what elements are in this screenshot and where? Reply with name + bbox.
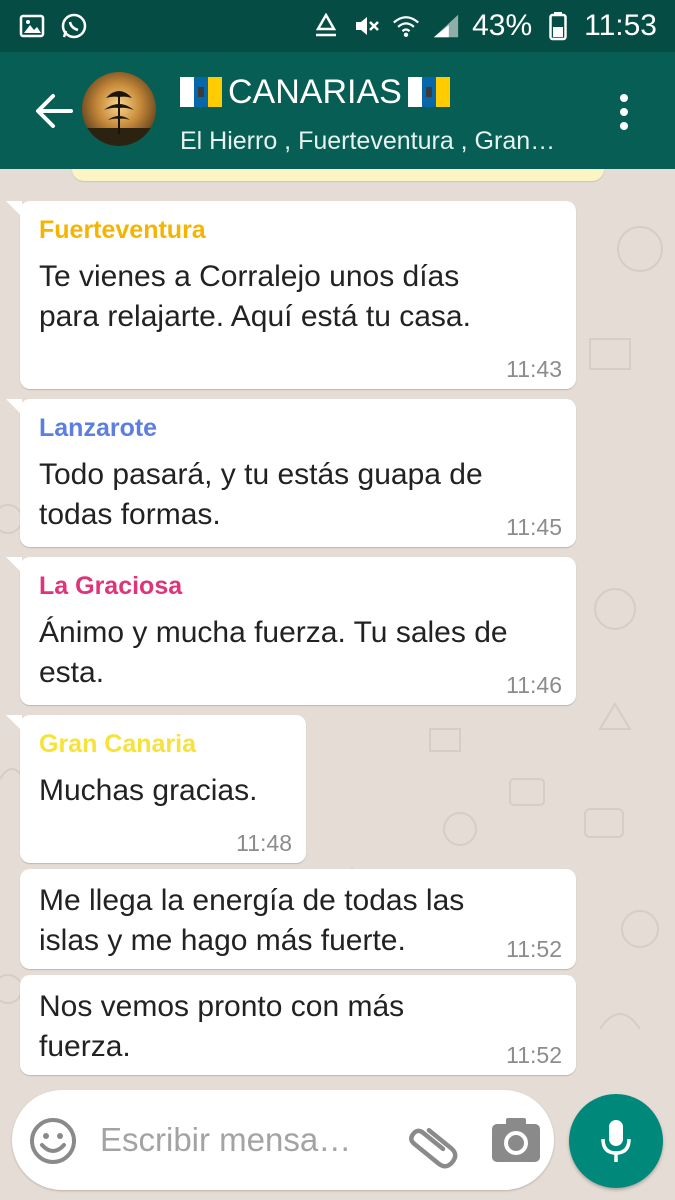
group-title: CANARIAS <box>228 73 402 111</box>
camera-icon <box>492 1118 540 1162</box>
message-text: Te vienes a Corralejo unos días para rel… <box>39 260 471 333</box>
message-time: 11:46 <box>506 672 562 698</box>
battery-percent: 43% <box>472 9 533 42</box>
emoji-button[interactable] <box>28 1116 78 1166</box>
message-bubble[interactable]: Gran Canaria Muchas gracias. 11:48 <box>6 715 306 863</box>
group-avatar[interactable] <box>82 72 156 146</box>
message-time: 11:43 <box>506 356 562 382</box>
more-options-button[interactable] <box>609 90 639 134</box>
gallery-icon <box>18 12 46 40</box>
canary-flag-icon <box>407 77 450 107</box>
message-time: 11:45 <box>506 514 562 540</box>
message-sender: Fuerteventura <box>39 216 206 244</box>
back-button[interactable] <box>28 86 78 136</box>
message-input[interactable] <box>100 1112 390 1168</box>
more-vert-icon <box>620 94 628 102</box>
chat-title-area[interactable]: CANARIAS El Hierro , Fuerteventura , Gra… <box>180 70 580 160</box>
back-arrow-icon <box>36 94 73 128</box>
message-sender: La Graciosa <box>39 572 183 600</box>
mic-icon <box>601 1120 631 1162</box>
message-bubble[interactable]: La Graciosa Ánimo y mucha fuerza. Tu sal… <box>6 557 576 705</box>
signal-icon <box>432 12 460 40</box>
clock: 11:53 <box>584 9 657 42</box>
attach-button[interactable] <box>402 1110 462 1170</box>
message-bubble[interactable]: Nos vemos pronto con más fuerza. 11:52 <box>20 975 576 1075</box>
message-bubble[interactable]: Fuerteventura Te vienes a Corralejo unos… <box>6 201 576 389</box>
whatsapp-icon <box>60 12 88 40</box>
message-bubble[interactable]: Me llega la energía de todas las islas y… <box>20 869 576 969</box>
recycle-icon <box>312 12 340 40</box>
message-text: Muchas gracias. <box>39 774 258 807</box>
wifi-icon <box>392 12 420 40</box>
message-text: Ánimo y mucha fuerza. Tu sales de esta. <box>39 616 508 689</box>
battery-icon <box>544 12 572 41</box>
chat-header: CANARIAS El Hierro , Fuerteventura , Gra… <box>0 52 675 169</box>
pinned-notice <box>72 169 604 181</box>
camera-button[interactable] <box>488 1112 544 1168</box>
message-time: 11:52 <box>506 936 562 962</box>
message-composer <box>12 1090 554 1190</box>
mute-icon <box>352 12 380 40</box>
emoji-icon <box>30 1118 76 1164</box>
canary-flag-icon <box>180 77 222 107</box>
message-list[interactable]: Fuerteventura Te vienes a Corralejo unos… <box>0 169 675 1079</box>
message-time: 11:52 <box>506 1042 562 1068</box>
message-sender: Lanzarote <box>39 414 158 442</box>
voice-message-button[interactable] <box>569 1094 663 1188</box>
group-participants: El Hierro , Fuerteventura , Gran… <box>180 127 556 155</box>
message-text: Me llega la energía de todas las islas y… <box>39 884 465 957</box>
message-sender: Gran Canaria <box>39 730 197 758</box>
message-bubble[interactable]: Lanzarote Todo pasará, y tu estás guapa … <box>6 399 576 547</box>
message-time: 11:48 <box>236 830 292 856</box>
message-text: Nos vemos pronto con más fuerza. <box>39 990 405 1063</box>
status-bar: 43% 11:53 <box>0 0 675 52</box>
attach-icon <box>409 1128 458 1169</box>
message-text: Todo pasará, y tu estás guapa de todas f… <box>39 458 483 531</box>
